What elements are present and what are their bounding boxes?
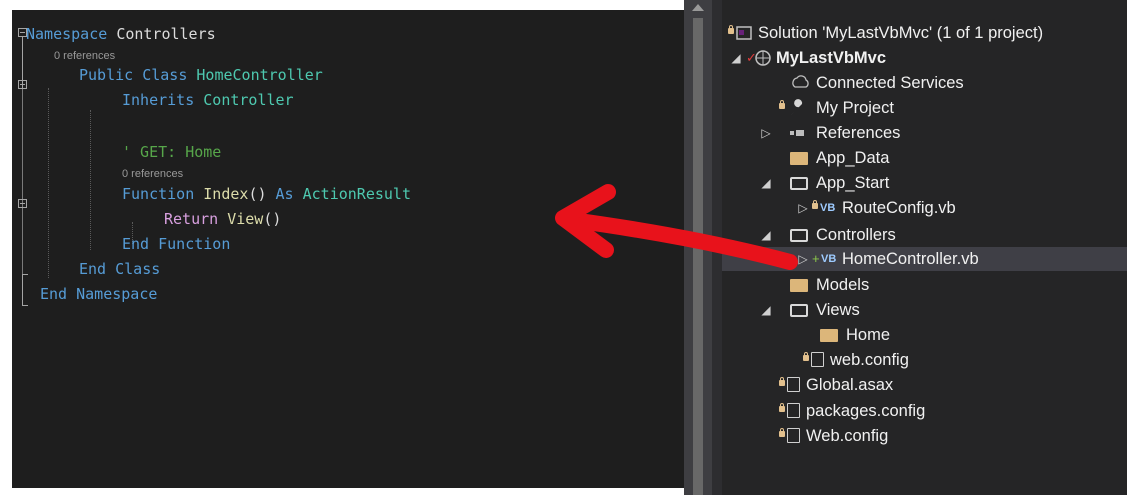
red-arrow-annotation xyxy=(555,184,798,270)
